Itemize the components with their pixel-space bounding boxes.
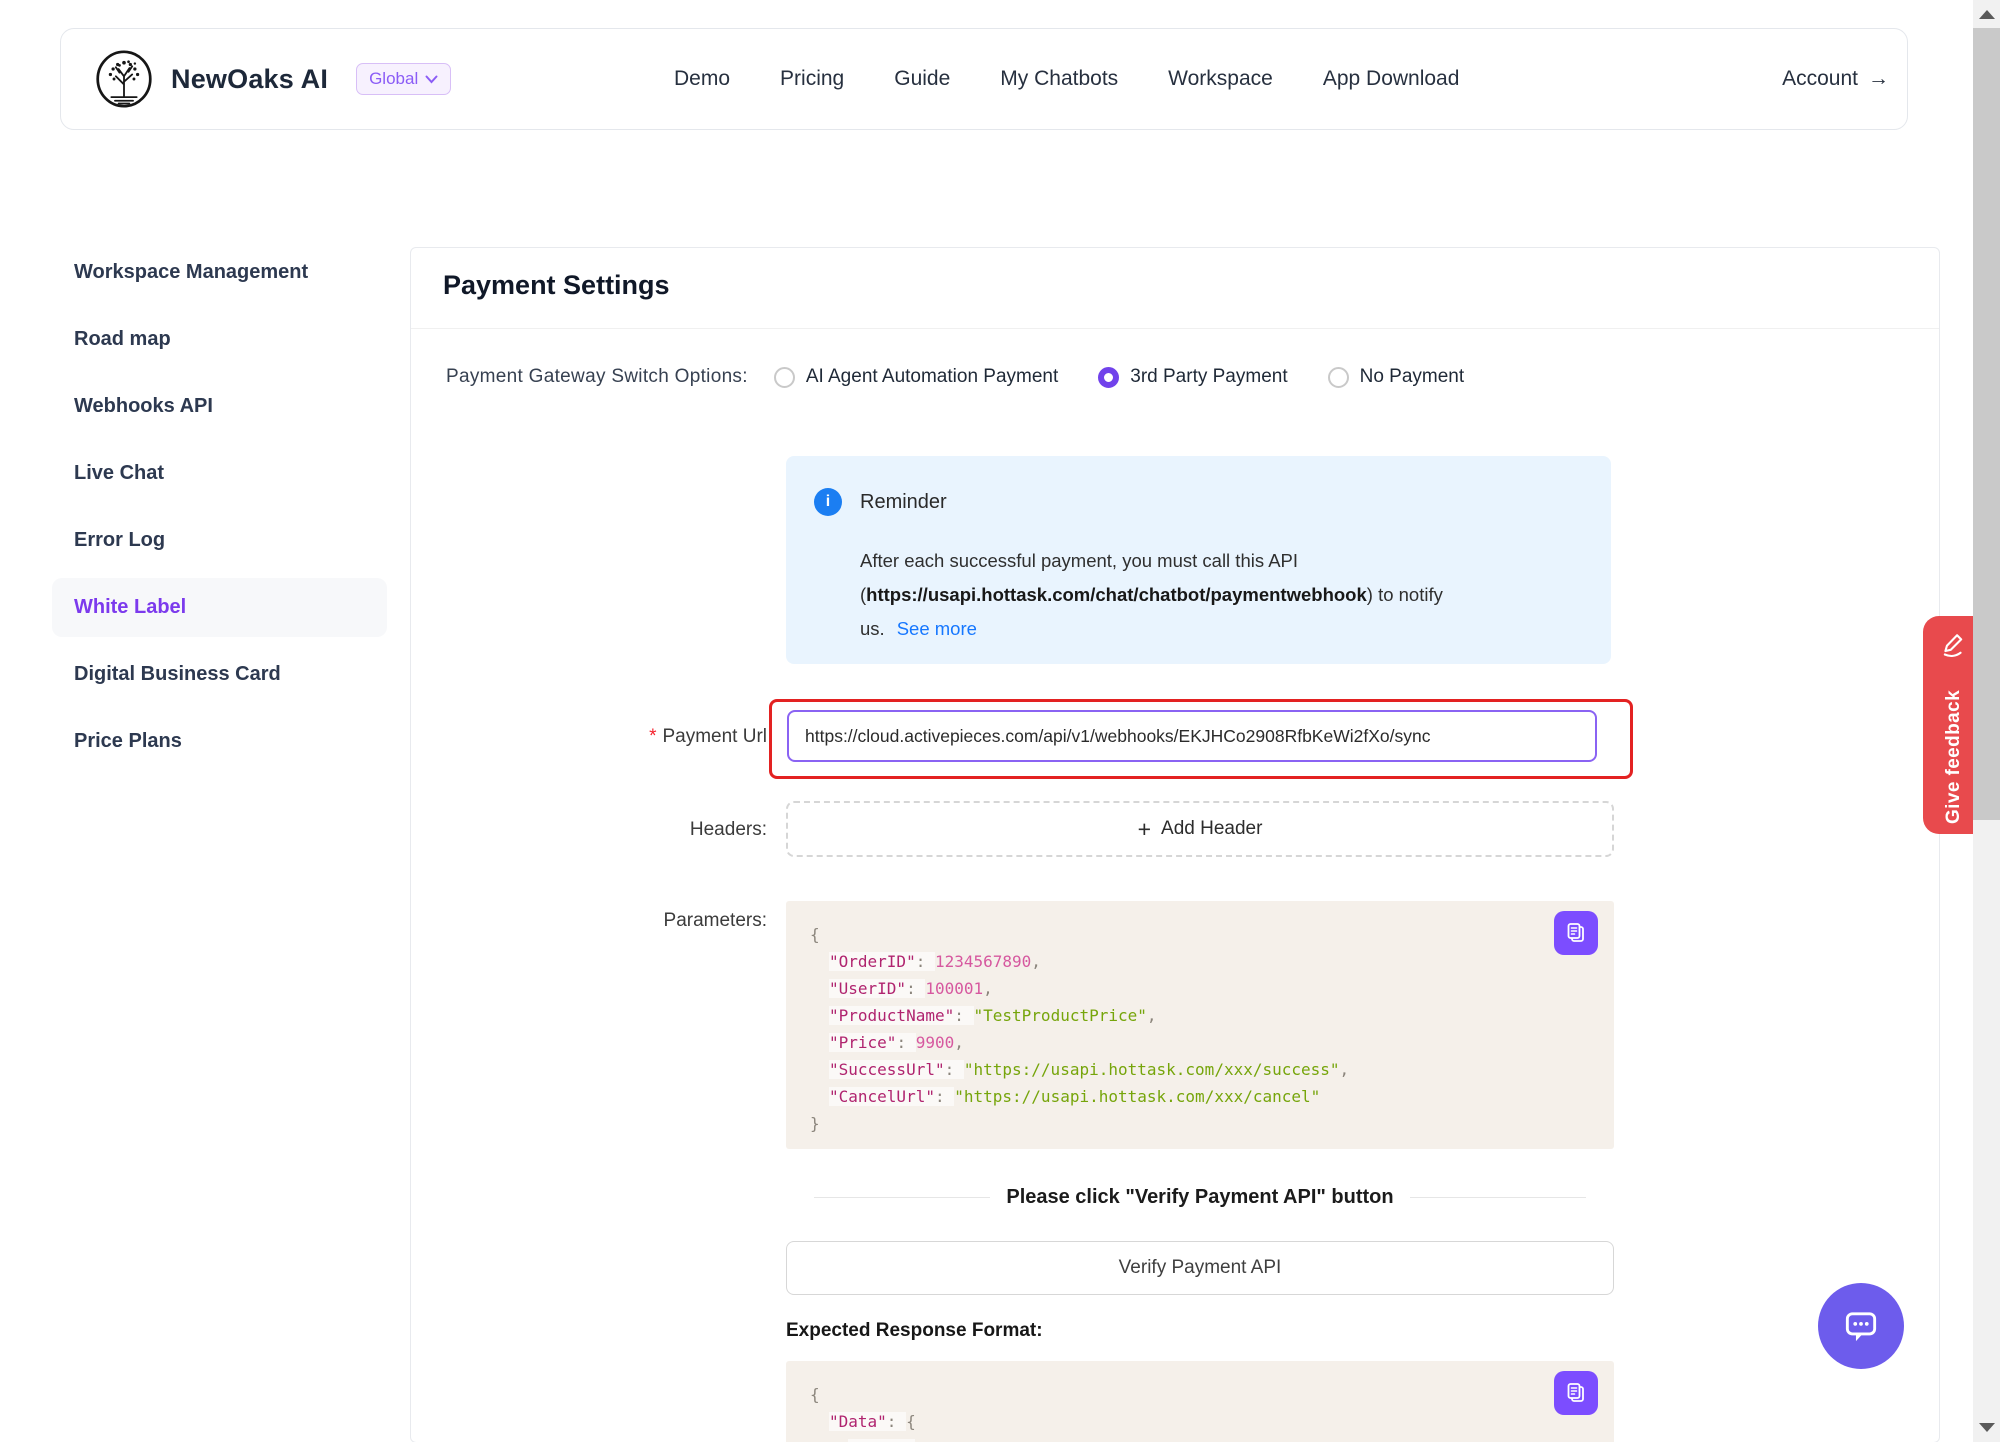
scrollbar-thumb[interactable] [1973, 28, 2000, 820]
response-code-block: { "Data": { "URL": "https://checkout.str… [786, 1361, 1614, 1442]
give-feedback-label: Give feedback [1943, 676, 1965, 824]
code-line: } [810, 1110, 1614, 1137]
gateway-switch-label: Payment Gateway Switch Options: [446, 366, 748, 388]
account-label: Account [1782, 67, 1858, 91]
radio-ai-agent-automation-payment[interactable]: AI Agent Automation Payment [774, 366, 1058, 388]
reminder-body: After each successful payment, you must … [860, 544, 1443, 646]
code-line: "OrderID": 1234567890, [810, 948, 1614, 975]
verify-payment-api-button[interactable]: Verify Payment API [786, 1241, 1614, 1295]
plus-icon: + [1138, 816, 1151, 843]
scroll-down-arrow-icon[interactable] [1979, 1423, 1995, 1432]
verify-instruction-text: Please click "Verify Payment API" button [1006, 1186, 1393, 1209]
top-nav: Demo Pricing Guide My Chatbots Workspace… [674, 29, 1459, 129]
brand-name: NewOaks AI [171, 64, 328, 95]
see-more-link[interactable]: See more [897, 618, 977, 639]
pencil-icon [1939, 630, 1967, 658]
title-divider [411, 328, 1939, 329]
gateway-switch-row: Payment Gateway Switch Options: AI Agent… [446, 366, 1504, 388]
arrow-right-icon: → [1868, 67, 1889, 91]
nav-item-workspace[interactable]: Workspace [1168, 67, 1273, 91]
radio-label: 3rd Party Payment [1130, 366, 1287, 388]
scrollbar[interactable] [1973, 0, 2000, 1442]
required-asterisk: * [649, 726, 656, 747]
scroll-up-arrow-icon[interactable] [1979, 10, 1995, 19]
chevron-down-icon [425, 75, 438, 84]
code-line: "Data": { [810, 1408, 1614, 1435]
headers-label: Headers: [411, 819, 767, 841]
reminder-title: Reminder [860, 491, 947, 514]
global-badge-label: Global [369, 69, 418, 89]
account-link[interactable]: Account → [1782, 29, 1889, 129]
chat-widget-button[interactable] [1818, 1283, 1904, 1369]
code-line: "CancelUrl": "https://usapi.hottask.com/… [810, 1083, 1614, 1110]
code-line: "URL": "https://checkout.stripe.com/xxxx… [810, 1435, 1614, 1442]
nav-item-demo[interactable]: Demo [674, 67, 730, 91]
radio-label: No Payment [1360, 366, 1465, 388]
expected-response-label: Expected Response Format: [786, 1320, 1043, 1342]
add-header-label: Add Header [1161, 818, 1262, 840]
payment-url-label: *Payment Url [411, 726, 767, 748]
code-line: "Price": 9900, [810, 1029, 1614, 1056]
radio-3rd-party-payment[interactable]: 3rd Party Payment [1098, 366, 1287, 388]
chat-bubble-icon [1838, 1303, 1884, 1349]
verify-instruction: Please click "Verify Payment API" button [786, 1186, 1614, 1209]
code-line: { [810, 921, 1614, 948]
radio-circle-icon [774, 367, 795, 388]
code-line: "ProductName": "TestProductPrice", [810, 1002, 1614, 1029]
copy-button[interactable] [1554, 1371, 1598, 1415]
radio-no-payment[interactable]: No Payment [1328, 366, 1465, 388]
nav-item-app-download[interactable]: App Download [1323, 67, 1460, 91]
radio-circle-icon [1328, 367, 1349, 388]
newoaks-logo-icon [95, 50, 153, 108]
copy-button[interactable] [1554, 911, 1598, 955]
code-line: { [810, 1381, 1614, 1408]
sidebar-item-digital-business-card[interactable]: Digital Business Card [52, 645, 387, 704]
sidebar-item-road-map[interactable]: Road map [52, 310, 387, 369]
code-line: "UserID": 100001, [810, 975, 1614, 1002]
sidebar-item-live-chat[interactable]: Live Chat [52, 444, 387, 503]
payment-settings-panel: Payment Settings Payment Gateway Switch … [410, 247, 1940, 1442]
divider-line [814, 1197, 990, 1198]
code-line: "SuccessUrl": "https://usapi.hottask.com… [810, 1056, 1614, 1083]
payment-url-input[interactable] [787, 710, 1597, 762]
nav-item-my-chatbots[interactable]: My Chatbots [1000, 67, 1118, 91]
global-badge[interactable]: Global [356, 63, 451, 95]
divider-line [1410, 1197, 1586, 1198]
parameters-code-block: { "OrderID": 1234567890, "UserID": 10000… [786, 901, 1614, 1149]
sidebar: Workspace Management Road map Webhooks A… [52, 243, 387, 779]
nav-item-pricing[interactable]: Pricing [780, 67, 844, 91]
copy-icon [1564, 1381, 1588, 1405]
sidebar-item-webhooks-api[interactable]: Webhooks API [52, 377, 387, 436]
reminder-line-1: After each successful payment, you must … [860, 544, 1443, 578]
info-icon: i [814, 488, 842, 516]
page: NewOaks AI Global Demo Pricing Guide My … [0, 0, 2000, 1442]
nav-item-guide[interactable]: Guide [894, 67, 950, 91]
sidebar-item-price-plans[interactable]: Price Plans [52, 712, 387, 771]
radio-circle-checked-icon [1098, 367, 1119, 388]
reminder-callout: i Reminder After each successful payment… [786, 456, 1611, 664]
copy-icon [1564, 921, 1588, 945]
radio-label: AI Agent Automation Payment [806, 366, 1058, 388]
parameters-label: Parameters: [411, 910, 767, 932]
reminder-line-3: us.See more [860, 612, 1443, 646]
sidebar-item-white-label[interactable]: White Label [52, 578, 387, 637]
page-title: Payment Settings [443, 270, 670, 301]
reminder-line-2: (https://usapi.hottask.com/chat/chatbot/… [860, 578, 1443, 612]
add-header-button[interactable]: + Add Header [786, 801, 1614, 857]
sidebar-item-workspace-management[interactable]: Workspace Management [52, 243, 387, 302]
sidebar-item-error-log[interactable]: Error Log [52, 511, 387, 570]
header: NewOaks AI Global Demo Pricing Guide My … [60, 28, 1908, 130]
reminder-api-url: https://usapi.hottask.com/chat/chatbot/p… [866, 584, 1367, 605]
